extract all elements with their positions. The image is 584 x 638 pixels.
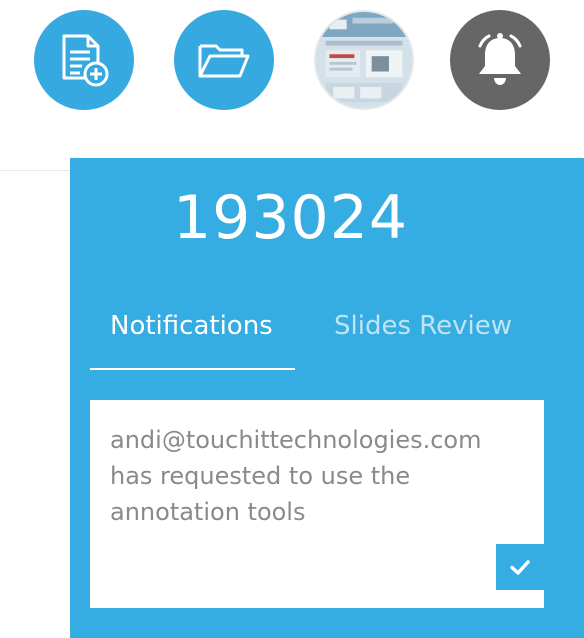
notification-card: andi@touchittechnologies.com has request… (90, 400, 544, 608)
presentation-thumbnail-button[interactable] (314, 10, 414, 110)
approve-button[interactable] (496, 544, 544, 590)
presentation-thumbnail (316, 12, 412, 108)
content-divider (0, 170, 70, 171)
session-number: 193024 (173, 183, 409, 253)
checkmark-icon (510, 560, 530, 575)
notification-message: andi@touchittechnologies.com has request… (110, 426, 482, 526)
notifications-panel: 193024 Notifications Slides Review andi@… (70, 158, 584, 638)
document-add-icon (62, 34, 109, 87)
active-tab-indicator (90, 368, 295, 370)
open-folder-button[interactable] (174, 10, 274, 110)
notifications-button[interactable] (450, 10, 550, 110)
bell-icon (478, 33, 522, 85)
folder-icon (198, 44, 250, 78)
tab-notifications[interactable]: Notifications (110, 313, 273, 339)
new-document-button[interactable] (34, 10, 134, 110)
tab-slides-review[interactable]: Slides Review (334, 313, 512, 339)
